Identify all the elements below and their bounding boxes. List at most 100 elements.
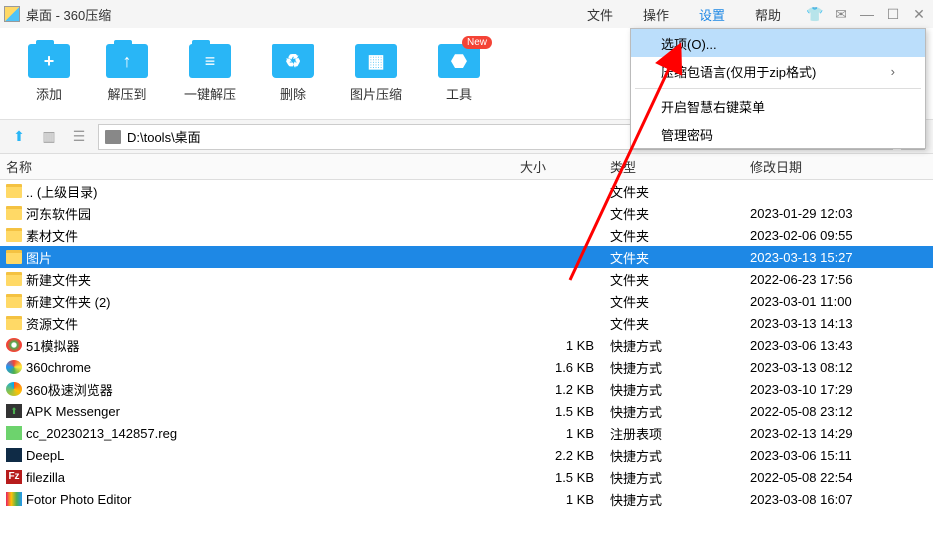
tools-label: 工具 bbox=[446, 84, 472, 103]
oneclick-icon: ≡ bbox=[189, 44, 231, 78]
window-controls: 👕 ✉ — ☐ ✕ bbox=[805, 6, 929, 23]
image-icon: ▦ bbox=[355, 44, 397, 78]
apk-icon: ⬆ bbox=[6, 404, 22, 418]
minimize-button[interactable]: — bbox=[857, 6, 877, 22]
trash-icon: ♻ bbox=[272, 44, 314, 78]
dropdown-zip-lang[interactable]: 压缩包语言(仅用于zip格式) › bbox=[631, 57, 925, 85]
menu-help[interactable]: 帮助 bbox=[749, 1, 787, 28]
c2-icon bbox=[6, 360, 22, 374]
one-click-button[interactable]: ≡ 一键解压 bbox=[184, 44, 236, 103]
cell-size: 1 KB bbox=[520, 492, 610, 507]
file-name: cc_20230213_142857.reg bbox=[26, 426, 177, 441]
cell-type: 快捷方式 bbox=[610, 358, 750, 377]
shirt-icon[interactable]: 👕 bbox=[805, 6, 825, 23]
delete-label: 删除 bbox=[280, 84, 306, 103]
file-row[interactable]: DeepL2.2 KB快捷方式2023-03-06 15:11 bbox=[0, 444, 933, 466]
cell-date: 2023-02-06 09:55 bbox=[750, 228, 933, 243]
cell-date: 2023-03-01 11:00 bbox=[750, 294, 933, 309]
col-name[interactable]: 名称 bbox=[0, 157, 520, 176]
view-tree-button[interactable]: ▥ bbox=[38, 126, 60, 148]
file-row[interactable]: Fzfilezilla1.5 KB快捷方式2022-05-08 22:54 bbox=[0, 466, 933, 488]
folder-icon bbox=[6, 184, 22, 198]
dropdown-separator bbox=[635, 88, 921, 89]
file-row[interactable]: Fotor Photo Editor 1 KB快捷方式2023-03-08 16:… bbox=[0, 488, 933, 510]
file-name: 新建文件夹 bbox=[26, 270, 91, 289]
up-button[interactable]: ⬆ bbox=[8, 126, 30, 148]
tools-button[interactable]: New ⬣ 工具 bbox=[438, 44, 480, 103]
cell-type: 文件夹 bbox=[610, 204, 750, 223]
dropdown-smart-menu[interactable]: 开启智慧右键菜单 bbox=[631, 92, 925, 120]
file-name: Fotor Photo Editor bbox=[26, 492, 132, 507]
folder-icon bbox=[6, 272, 22, 286]
file-row[interactable]: 新建文件夹 (2)文件夹2023-03-01 11:00 bbox=[0, 290, 933, 312]
cell-name: ⬆APK Messenger bbox=[0, 404, 520, 419]
folder-icon bbox=[6, 250, 22, 264]
col-type[interactable]: 类型 bbox=[610, 157, 750, 176]
file-row[interactable]: .. (上级目录)文件夹 bbox=[0, 180, 933, 202]
menu-file[interactable]: 文件 bbox=[581, 1, 619, 28]
cell-type: 快捷方式 bbox=[610, 468, 750, 487]
dropdown-pwd-label: 管理密码 bbox=[661, 125, 713, 144]
cell-size: 1.2 KB bbox=[520, 382, 610, 397]
cell-type: 文件夹 bbox=[610, 314, 750, 333]
cell-date: 2023-03-13 14:13 bbox=[750, 316, 933, 331]
cell-date: 2023-03-10 17:29 bbox=[750, 382, 933, 397]
delete-button[interactable]: ♻ 删除 bbox=[272, 44, 314, 103]
file-name: 360极速浏览器 bbox=[26, 380, 113, 399]
file-name: .. (上级目录) bbox=[26, 182, 98, 201]
folder-icon bbox=[6, 294, 22, 308]
file-name: DeepL bbox=[26, 448, 64, 463]
col-size[interactable]: 大小 bbox=[520, 157, 610, 176]
cell-name: Fzfilezilla bbox=[0, 470, 520, 485]
cell-date: 2023-03-13 15:27 bbox=[750, 250, 933, 265]
cell-name: 360chrome bbox=[0, 360, 520, 375]
file-row[interactable]: 河东软件园文件夹2023-01-29 12:03 bbox=[0, 202, 933, 224]
file-list: .. (上级目录)文件夹河东软件园文件夹2023-01-29 12:03素材文件… bbox=[0, 180, 933, 510]
cell-date: 2022-05-08 22:54 bbox=[750, 470, 933, 485]
file-row[interactable]: 新建文件夹文件夹2022-06-23 17:56 bbox=[0, 268, 933, 290]
file-row[interactable]: 资源文件文件夹2023-03-13 14:13 bbox=[0, 312, 933, 334]
feedback-icon[interactable]: ✉ bbox=[831, 6, 851, 23]
cell-type: 快捷方式 bbox=[610, 490, 750, 509]
file-row[interactable]: ⬆APK Messenger1.5 KB快捷方式2022-05-08 23:12 bbox=[0, 400, 933, 422]
file-name: 新建文件夹 (2) bbox=[26, 292, 111, 311]
fotor-icon bbox=[6, 492, 22, 506]
col-date[interactable]: 修改日期 bbox=[750, 157, 933, 176]
file-row[interactable]: cc_20230213_142857.reg1 KB注册表项2023-02-13… bbox=[0, 422, 933, 444]
c1-icon bbox=[6, 338, 22, 352]
cell-type: 快捷方式 bbox=[610, 402, 750, 421]
cell-size: 1.5 KB bbox=[520, 470, 610, 485]
file-row[interactable]: 图片文件夹2023-03-13 15:27 bbox=[0, 246, 933, 268]
titlebar: 桌面 - 360压缩 文件 操作 设置 帮助 👕 ✉ — ☐ ✕ bbox=[0, 0, 933, 28]
close-button[interactable]: ✕ bbox=[909, 6, 929, 23]
maximize-button[interactable]: ☐ bbox=[883, 6, 903, 23]
path-text: D:\tools\桌面 bbox=[127, 127, 201, 146]
dropdown-options[interactable]: 选项(O)... bbox=[631, 29, 925, 57]
extract-to-button[interactable]: ↑ 解压到 bbox=[106, 44, 148, 103]
add-button[interactable]: + 添加 bbox=[28, 44, 70, 103]
cell-name: Fotor Photo Editor bbox=[0, 492, 520, 507]
oneclick-label: 一键解压 bbox=[184, 84, 236, 103]
file-row[interactable]: 素材文件文件夹2023-02-06 09:55 bbox=[0, 224, 933, 246]
file-row[interactable]: 360极速浏览器1.2 KB快捷方式2023-03-10 17:29 bbox=[0, 378, 933, 400]
image-compress-button[interactable]: ▦ 图片压缩 bbox=[350, 44, 402, 103]
cell-size: 1.6 KB bbox=[520, 360, 610, 375]
file-row[interactable]: 360chrome1.6 KB快捷方式2023-03-13 08:12 bbox=[0, 356, 933, 378]
add-label: 添加 bbox=[36, 84, 62, 103]
file-row[interactable]: 51模拟器1 KB快捷方式2023-03-06 13:43 bbox=[0, 334, 933, 356]
cell-date: 2023-03-08 16:07 bbox=[750, 492, 933, 507]
menu-settings[interactable]: 设置 bbox=[693, 1, 731, 28]
folder-icon bbox=[6, 316, 22, 330]
menubar: 文件 操作 设置 帮助 bbox=[581, 1, 787, 28]
cell-size: 1.5 KB bbox=[520, 404, 610, 419]
file-name: 河东软件园 bbox=[26, 204, 91, 223]
cell-date: 2023-02-13 14:29 bbox=[750, 426, 933, 441]
view-list-button[interactable]: ☰ bbox=[68, 126, 90, 148]
menu-operate[interactable]: 操作 bbox=[637, 1, 675, 28]
dropdown-manage-pwd[interactable]: 管理密码 bbox=[631, 120, 925, 148]
file-name: filezilla bbox=[26, 470, 65, 485]
cell-type: 快捷方式 bbox=[610, 446, 750, 465]
cell-name: DeepL bbox=[0, 448, 520, 463]
add-icon: + bbox=[28, 44, 70, 78]
cell-name: 360极速浏览器 bbox=[0, 380, 520, 399]
